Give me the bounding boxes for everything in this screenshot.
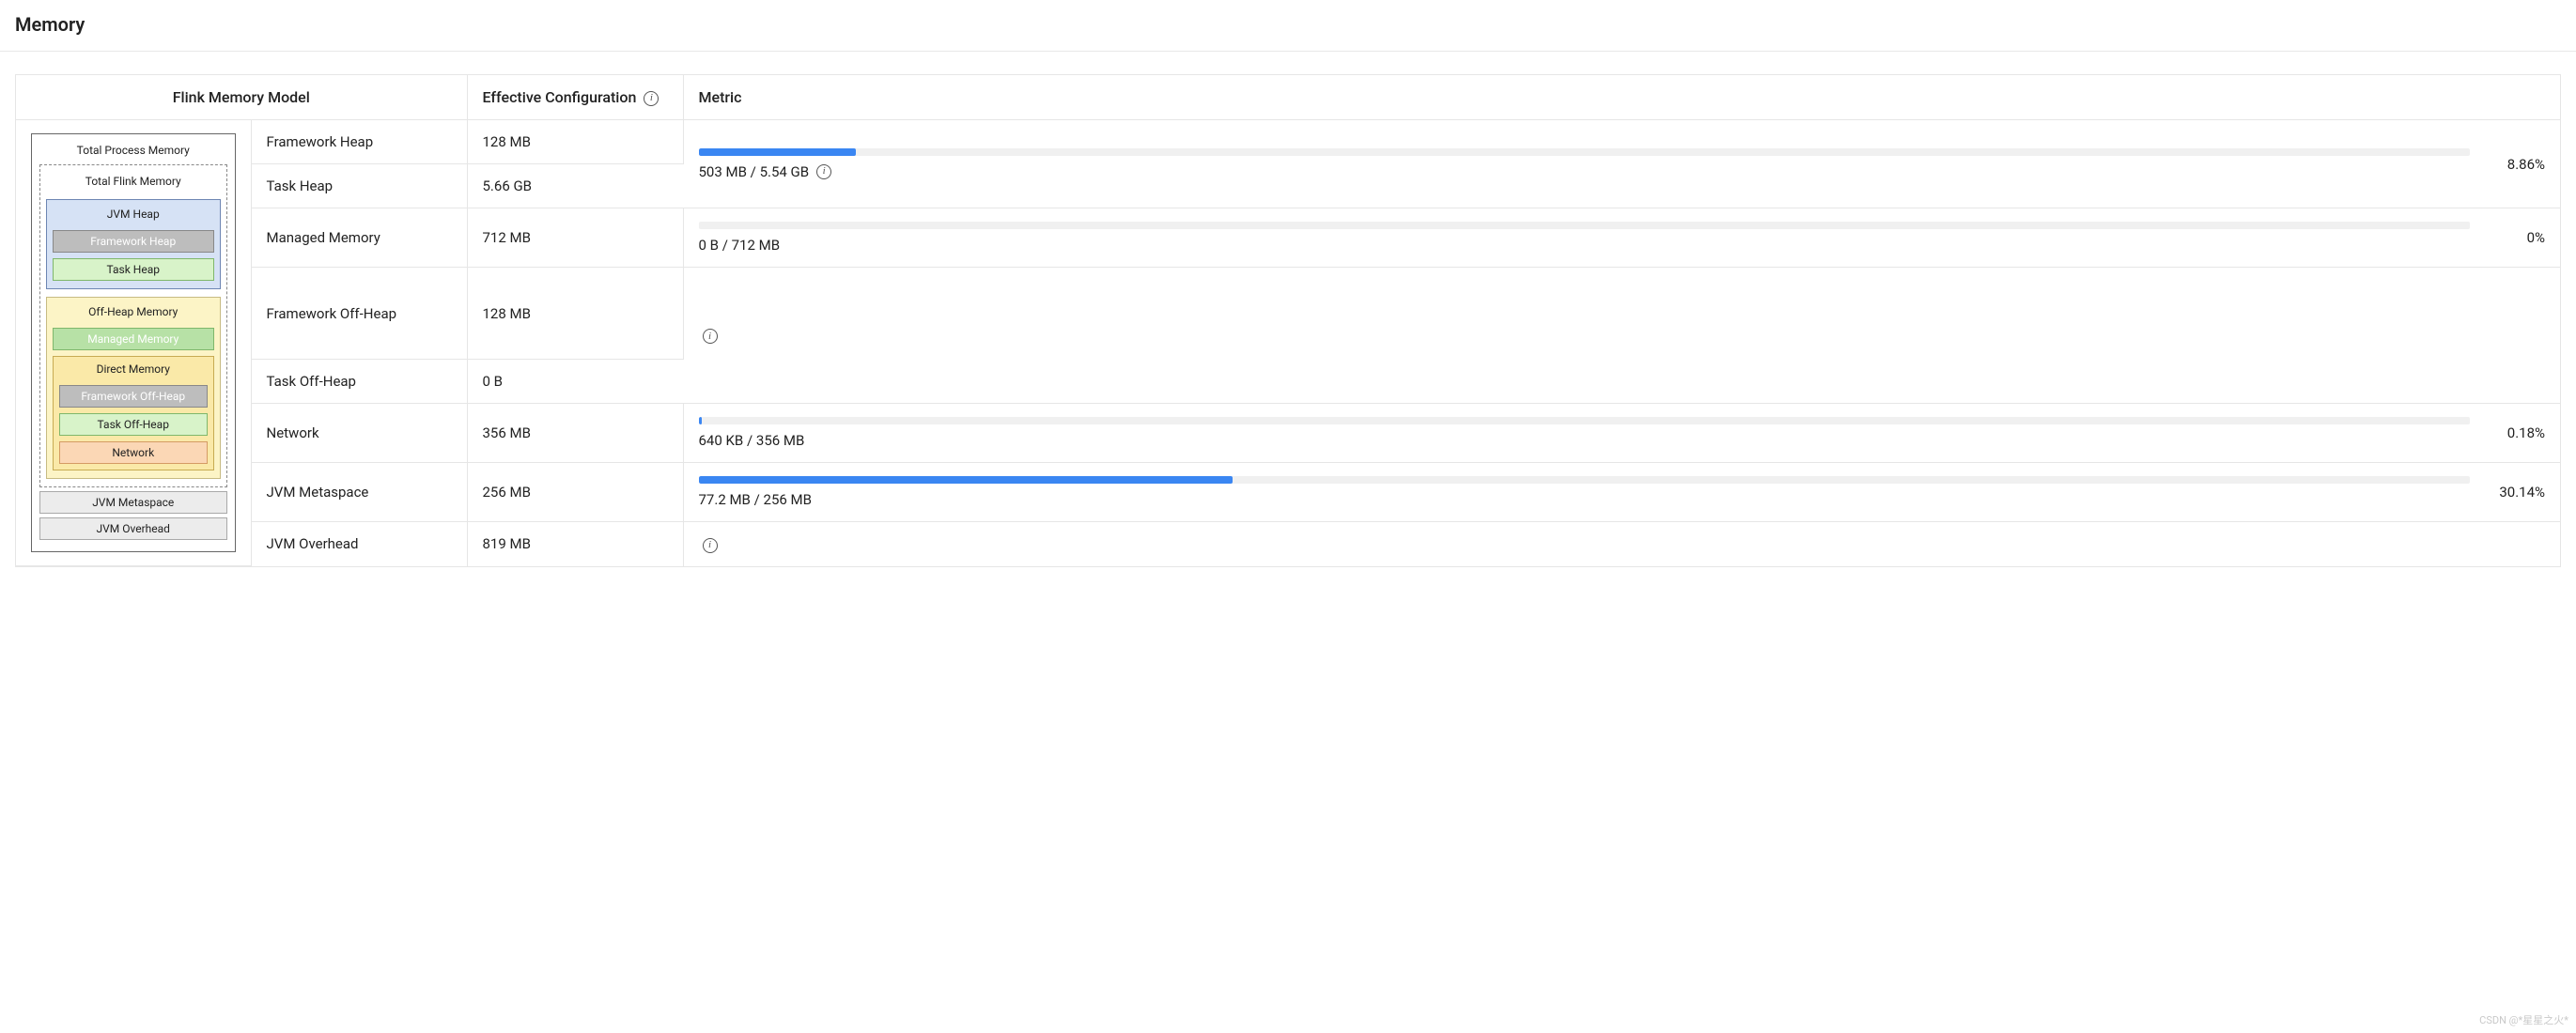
row-framework-heap-label: Framework Heap <box>251 120 467 164</box>
row-framework-off-config: 128 MB <box>467 268 683 360</box>
metric-heap-wrap: 503 MB / 5.54 GB <box>699 148 2471 180</box>
info-icon[interactable] <box>816 164 831 179</box>
metric-metaspace: 77.2 MB / 256 MB 30.14% <box>699 476 2546 508</box>
row-managed-config: 712 MB <box>467 208 683 268</box>
row-framework-off-label: Framework Off-Heap <box>251 268 467 360</box>
info-icon[interactable] <box>644 91 659 106</box>
row-network-config: 356 MB <box>467 404 683 463</box>
metric-heap-value: 503 MB / 5.54 GB <box>699 163 810 180</box>
metric-network: 640 KB / 356 MB 0.18% <box>699 417 2546 449</box>
row-task-heap-config: 5.66 GB <box>467 164 683 208</box>
row-framework-heap-config: 128 MB <box>467 120 683 164</box>
row-network-metric: 640 KB / 356 MB 0.18% <box>683 404 2560 463</box>
row-metaspace-config: 256 MB <box>467 463 683 522</box>
header-config-label: Effective Configuration <box>483 88 637 106</box>
row-network-label: Network <box>251 404 467 463</box>
info-icon[interactable] <box>703 538 718 553</box>
progress-bar <box>699 476 2471 484</box>
table-row: JVM Overhead 819 MB <box>16 522 2560 566</box>
memory-model-diagram: Total Process Memory Total Flink Memory … <box>31 133 236 552</box>
progress-bar <box>699 222 2471 229</box>
mm-flink-box: Total Flink Memory JVM Heap Framework He… <box>39 164 227 487</box>
mm-framework-off-chip: Framework Off-Heap <box>59 385 208 408</box>
content-area: Flink Memory Model Effective Configurati… <box>0 52 2576 575</box>
page-root: Memory Flink Memory Model Effective Conf… <box>0 0 2576 575</box>
metric-managed-text: 0 B / 712 MB <box>699 237 2471 254</box>
header-metric: Metric <box>683 75 2560 120</box>
row-offheap-metric <box>683 268 2560 404</box>
row-overhead-config: 819 MB <box>467 522 683 566</box>
metric-network-pct: 0.18% <box>2483 424 2545 441</box>
row-heap-metric: 503 MB / 5.54 GB 8.86% <box>683 120 2560 208</box>
row-overhead-metric <box>683 522 2560 566</box>
progress-bar <box>699 417 2471 424</box>
row-task-heap-label: Task Heap <box>251 164 467 208</box>
metric-metaspace-pct: 30.14% <box>2483 484 2545 501</box>
memory-table: Flink Memory Model Effective Configurati… <box>16 75 2560 566</box>
mm-framework-heap-chip: Framework Heap <box>53 230 214 253</box>
mm-jvm-heap-block: JVM Heap Framework Heap Task Heap <box>46 199 221 289</box>
header-model: Flink Memory Model <box>16 75 467 120</box>
mm-managed-memory-chip: Managed Memory <box>53 328 214 350</box>
row-managed-label: Managed Memory <box>251 208 467 268</box>
metric-metaspace-wrap: 77.2 MB / 256 MB <box>699 476 2471 508</box>
mm-direct-memory-label: Direct Memory <box>59 361 208 379</box>
watermark: CSDN @*星星之火* <box>2479 1012 2568 1027</box>
table-row: JVM Metaspace 256 MB 77.2 MB / 256 MB <box>16 463 2560 522</box>
row-overhead-label: JVM Overhead <box>251 522 467 566</box>
mm-off-heap-label: Off-Heap Memory <box>53 303 214 322</box>
progress-fill <box>699 476 1233 484</box>
table-row: Network 356 MB 640 KB / 356 MB 0. <box>16 404 2560 463</box>
row-metaspace-label: JVM Metaspace <box>251 463 467 522</box>
mm-overhead-chip: JVM Overhead <box>39 517 227 540</box>
mm-direct-memory-block: Direct Memory Framework Off-Heap Task Of… <box>53 356 214 470</box>
row-managed-metric: 0 B / 712 MB 0% <box>683 208 2560 268</box>
metric-managed: 0 B / 712 MB 0% <box>699 222 2546 254</box>
mm-metaspace-chip: JVM Metaspace <box>39 491 227 514</box>
metric-network-wrap: 640 KB / 356 MB <box>699 417 2471 449</box>
metric-metaspace-text: 77.2 MB / 256 MB <box>699 491 2471 508</box>
mm-network-chip: Network <box>59 441 208 464</box>
metric-network-text: 640 KB / 356 MB <box>699 432 2471 449</box>
progress-fill <box>699 417 702 424</box>
mm-task-off-chip: Task Off-Heap <box>59 413 208 436</box>
table-row: Total Process Memory Total Flink Memory … <box>16 120 2560 164</box>
mm-off-heap-block: Off-Heap Memory Managed Memory Direct Me… <box>46 297 221 479</box>
metric-managed-wrap: 0 B / 712 MB <box>699 222 2471 254</box>
memory-model-cell: Total Process Memory Total Flink Memory … <box>16 120 251 566</box>
metric-managed-pct: 0% <box>2483 229 2545 246</box>
mm-task-heap-chip: Task Heap <box>53 258 214 281</box>
row-task-off-label: Task Off-Heap <box>251 360 467 404</box>
memory-card: Flink Memory Model Effective Configurati… <box>15 74 2561 567</box>
mm-total-flink: Total Flink Memory <box>46 171 221 192</box>
metric-heap: 503 MB / 5.54 GB 8.86% <box>699 148 2546 180</box>
row-metaspace-metric: 77.2 MB / 256 MB 30.14% <box>683 463 2560 522</box>
mm-jvm-heap-label: JVM Heap <box>53 206 214 224</box>
mm-total-process: Total Process Memory <box>39 140 227 161</box>
progress-fill <box>699 148 856 156</box>
row-task-off-config: 0 B <box>467 360 683 404</box>
page-title: Memory <box>0 0 2576 52</box>
metric-heap-pct: 8.86% <box>2483 156 2545 173</box>
table-row: Managed Memory 712 MB 0 B / 712 MB <box>16 208 2560 268</box>
metric-heap-text: 503 MB / 5.54 GB <box>699 163 2471 180</box>
table-row: Framework Off-Heap 128 MB <box>16 268 2560 360</box>
header-config: Effective Configuration <box>467 75 683 120</box>
info-icon[interactable] <box>703 329 718 344</box>
progress-bar <box>699 148 2471 156</box>
